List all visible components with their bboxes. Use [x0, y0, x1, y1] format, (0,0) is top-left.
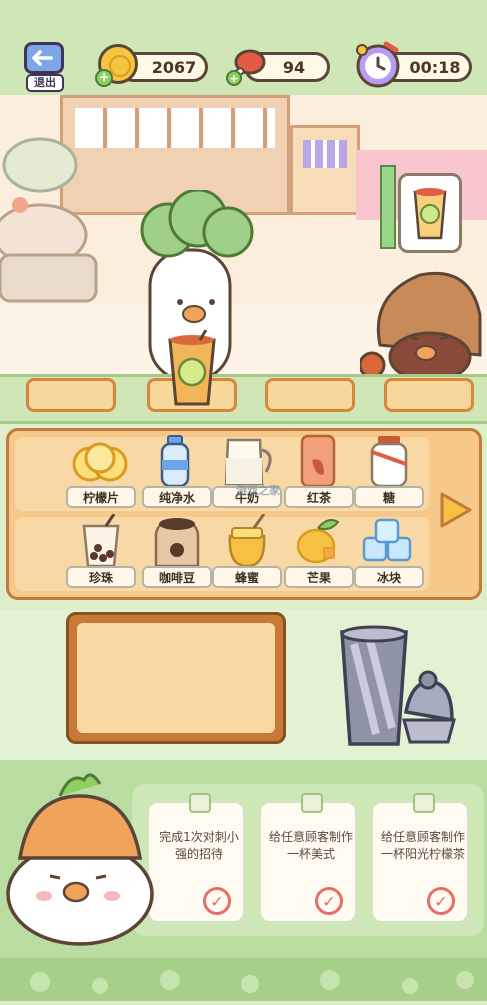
check-circle-icon: ✓	[203, 887, 231, 915]
exit-button[interactable]: 退出	[22, 40, 68, 92]
coin-value: 2067	[151, 57, 197, 77]
ingredient-label: 柠檬片	[66, 486, 136, 508]
carrot-mascot-character	[0, 766, 160, 946]
task-text: 给任意顾客制作一杯阳光柠檬茶	[381, 830, 466, 861]
water-bottle-icon	[160, 435, 190, 488]
next-page-button[interactable]	[436, 488, 476, 532]
lemon-tea-drink[interactable]	[164, 329, 220, 408]
meat-value: 94	[282, 57, 306, 77]
ingredient-label: 冰块	[354, 566, 424, 588]
ingredient-lemon-slices[interactable]: 柠檬片	[62, 434, 140, 512]
right-arrow-icon	[440, 492, 472, 528]
ingredient-ice[interactable]: 冰块	[350, 514, 428, 592]
footer-strip	[0, 958, 487, 1001]
mixing-tray[interactable]	[66, 612, 286, 744]
ingredient-pearls[interactable]: 珍珠	[62, 514, 140, 592]
green-pole	[380, 165, 396, 249]
hedgehog-customer-character	[358, 265, 487, 380]
counter-slot-4[interactable]	[384, 378, 474, 412]
meat-icon: +	[226, 44, 266, 86]
building-right	[290, 125, 360, 215]
ingredient-water[interactable]: 纯净水	[138, 434, 216, 512]
exit-label: 退出	[26, 74, 64, 92]
pearls-cup-icon	[82, 514, 120, 568]
check-circle-icon: ✓	[427, 887, 455, 915]
task-card-1[interactable]: 完成1次对刺小强的招待 ✓	[146, 793, 246, 924]
order-bubble	[398, 173, 462, 253]
task-text: 完成1次对刺小强的招待	[159, 830, 239, 861]
svg-text:+: +	[229, 72, 238, 85]
lemon-tea-icon	[413, 188, 447, 240]
counter-slot-3[interactable]	[265, 378, 355, 412]
milk-jug-icon	[224, 438, 272, 486]
black-tea-icon	[300, 434, 336, 488]
ingredient-label: 珍珠	[66, 566, 136, 588]
ingredient-label: 咖啡豆	[142, 566, 212, 588]
mango-icon	[296, 519, 340, 564]
watermark: 游戏之家	[236, 484, 280, 497]
ingredient-label: 纯净水	[142, 486, 212, 508]
ingredient-label: 红茶	[284, 486, 354, 508]
task-pin	[189, 793, 211, 813]
shop-scene	[0, 95, 487, 380]
coffee-beans-icon	[154, 518, 200, 568]
check-circle-icon: ✓	[315, 887, 343, 915]
sugar-jar-icon	[370, 436, 408, 488]
task-card-2[interactable]: 给任意顾客制作一杯美式 ✓	[258, 793, 358, 924]
door-exit-icon	[24, 42, 64, 74]
task-card-3[interactable]: 给任意顾客制作一杯阳光柠檬茶 ✓	[370, 793, 470, 924]
ingredient-label: 糖	[354, 486, 424, 508]
ingredient-label: 芒果	[284, 566, 354, 588]
cocktail-shaker[interactable]	[336, 624, 456, 754]
ingredient-black-tea[interactable]: 红茶	[280, 434, 358, 512]
fountain-decoration	[0, 125, 100, 315]
task-pin	[413, 793, 435, 813]
task-pin	[301, 793, 323, 813]
ingredient-milk[interactable]: 牛奶	[208, 434, 286, 512]
ingredient-mango[interactable]: 芒果	[280, 514, 358, 592]
ingredient-coffee-beans[interactable]: 咖啡豆	[138, 514, 216, 592]
task-text: 给任意顾客制作一杯美式	[269, 830, 354, 861]
counter-slot-1[interactable]	[26, 378, 116, 412]
ingredient-sugar[interactable]: 糖	[350, 434, 428, 512]
ice-cubes-icon	[362, 518, 412, 562]
ingredient-label: 蜂蜜	[212, 566, 282, 588]
alarm-clock-icon	[352, 38, 404, 90]
ingredient-honey[interactable]: 蜂蜜	[208, 514, 286, 592]
lemon-slices-icon	[72, 442, 128, 482]
honey-jar-icon	[228, 514, 266, 568]
coin-icon: +	[95, 44, 138, 87]
